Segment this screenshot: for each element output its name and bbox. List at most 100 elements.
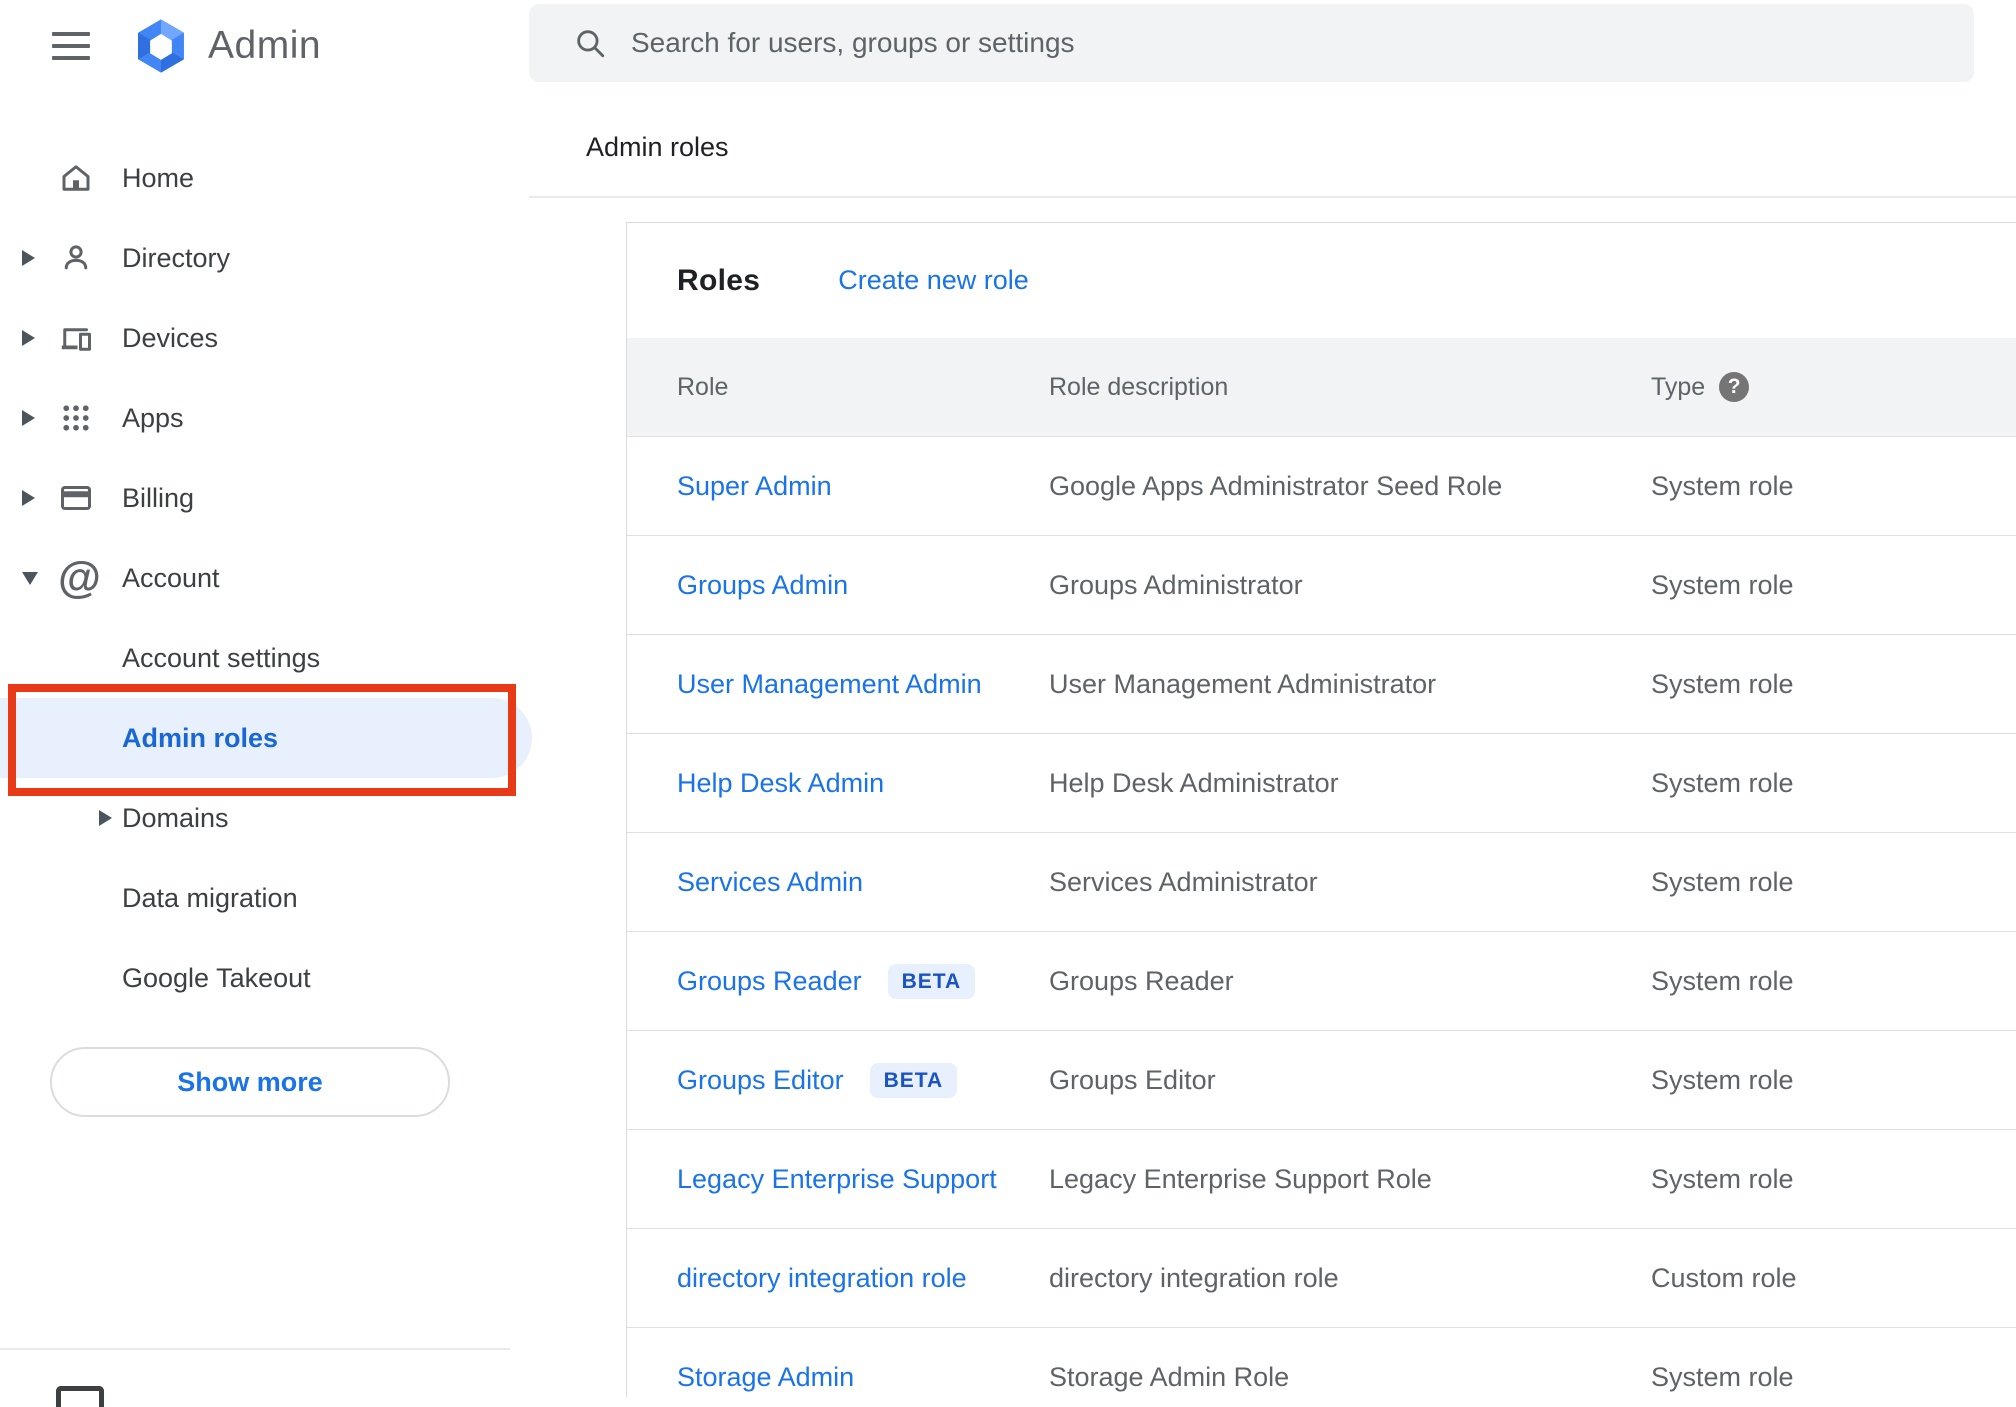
admin-logo: Admin — [130, 17, 321, 75]
role-link[interactable]: Groups Reader — [677, 966, 862, 997]
expand-right-icon[interactable] — [22, 330, 35, 346]
role-link[interactable]: Groups Editor — [677, 1065, 844, 1096]
expand-right-icon[interactable] — [99, 810, 112, 826]
sidebar-item-label: Data migration — [122, 882, 298, 913]
sidebar-nav: Home Directory Devices Apps Billing @ Ac… — [0, 138, 532, 1018]
role-link[interactable]: Groups Admin — [677, 570, 848, 601]
table-row: Super Admin Google Apps Administrator Se… — [627, 436, 2016, 535]
sidebar-item-google-takeout[interactable]: Google Takeout — [0, 938, 527, 1018]
role-link[interactable]: directory integration role — [677, 1263, 967, 1294]
sidebar-item-label: Account — [122, 562, 220, 593]
role-description: Groups Reader — [1049, 965, 1234, 996]
page-title: Roles — [677, 263, 761, 297]
role-description: Google Apps Administrator Seed Role — [1049, 470, 1503, 501]
sidebar: Admin Home Directory Devices Apps Billin… — [0, 0, 532, 1407]
expand-right-icon[interactable] — [22, 490, 35, 506]
table-row: Groups Admin Groups Administrator System… — [627, 535, 2016, 634]
table-header-row: Role Role description Type ? — [627, 338, 2016, 436]
role-link[interactable]: Super Admin — [677, 471, 832, 502]
role-type: System role — [1651, 569, 1794, 600]
role-type: System role — [1651, 767, 1794, 798]
beta-badge: BETA — [887, 963, 976, 999]
role-link[interactable]: User Management Admin — [677, 669, 982, 700]
sidebar-item-domains[interactable]: Domains — [0, 778, 527, 858]
role-type: System role — [1651, 965, 1794, 996]
role-description: Services Administrator — [1049, 866, 1318, 897]
sidebar-item-label: Admin roles — [122, 722, 279, 753]
expand-down-icon[interactable] — [22, 571, 38, 585]
breadcrumb: Admin roles — [586, 132, 729, 162]
show-more-button[interactable]: Show more — [50, 1047, 450, 1117]
sidebar-bottom-divider — [0, 1348, 510, 1350]
sidebar-item-label: Apps — [122, 402, 184, 433]
sidebar-item-label: Home — [122, 162, 195, 193]
sidebar-item-data-migration[interactable]: Data migration — [0, 858, 527, 938]
credit-card-icon — [58, 480, 122, 516]
sidebar-item-account-settings[interactable]: Account settings — [0, 618, 527, 698]
roles-card: Roles Create new role Role Role descript… — [626, 222, 2016, 1397]
role-description: User Management Administrator — [1049, 668, 1437, 699]
expand-right-icon[interactable] — [22, 250, 35, 266]
sidebar-item-label: Directory — [122, 242, 231, 273]
home-icon — [58, 160, 122, 196]
role-type: Custom role — [1651, 1262, 1797, 1293]
role-link[interactable]: Legacy Enterprise Support — [677, 1164, 997, 1195]
role-description: directory integration role — [1049, 1262, 1339, 1293]
table-row: Legacy Enterprise Support Legacy Enterpr… — [627, 1129, 2016, 1228]
sidebar-item-devices[interactable]: Devices — [0, 298, 527, 378]
search-input[interactable] — [629, 26, 1974, 60]
role-link[interactable]: Services Admin — [677, 867, 863, 898]
role-type: System role — [1651, 668, 1794, 699]
sidebar-item-directory[interactable]: Directory — [0, 218, 527, 298]
sidebar-item-admin-roles[interactable]: Admin roles — [0, 698, 532, 778]
expand-right-icon[interactable] — [22, 410, 35, 426]
person-icon — [58, 240, 122, 276]
search-icon — [573, 26, 607, 60]
table-row: directory integration role directory int… — [627, 1228, 2016, 1327]
column-header-role: Role — [677, 372, 729, 401]
search-bar[interactable] — [529, 4, 1974, 82]
menu-hamburger-icon[interactable] — [52, 32, 90, 60]
sidebar-item-apps[interactable]: Apps — [0, 378, 527, 458]
table-row: Groups Reader BETA Groups Reader System … — [627, 931, 2016, 1030]
sidebar-item-account[interactable]: @ Account — [0, 538, 527, 618]
table-row: User Management Admin User Management Ad… — [627, 634, 2016, 733]
role-type: System role — [1651, 866, 1794, 897]
role-description: Groups Administrator — [1049, 569, 1303, 600]
table-row: Help Desk Admin Help Desk Administrator … — [627, 733, 2016, 832]
table-row: Groups Editor BETA Groups Editor System … — [627, 1030, 2016, 1129]
role-type: System role — [1651, 1163, 1794, 1194]
apps-grid-icon — [58, 400, 122, 436]
roles-card-header: Roles Create new role — [627, 223, 2016, 338]
sidebar-item-label: Devices — [122, 322, 219, 353]
column-header-role-description: Role description — [1049, 372, 1229, 401]
admin-console-page: { "app": { "name": "Admin" }, "search": … — [0, 0, 2016, 1407]
header-divider — [529, 196, 2016, 198]
app-title: Admin — [208, 24, 322, 67]
role-type: System role — [1651, 1361, 1794, 1392]
table-row: Services Admin Services Administrator Sy… — [627, 832, 2016, 931]
devices-icon — [58, 320, 122, 356]
sidebar-item-home[interactable]: Home — [0, 138, 527, 218]
at-sign-icon: @ — [58, 553, 101, 602]
sidebar-item-label: Account settings — [122, 642, 321, 673]
role-description: Help Desk Administrator — [1049, 767, 1339, 798]
create-new-role-link[interactable]: Create new role — [838, 265, 1029, 296]
table-row: Storage Admin Storage Admin Role System … — [627, 1327, 2016, 1397]
role-link[interactable]: Help Desk Admin — [677, 768, 884, 799]
role-type: System role — [1651, 470, 1794, 501]
role-description: Legacy Enterprise Support Role — [1049, 1163, 1432, 1194]
role-link[interactable]: Storage Admin — [677, 1362, 854, 1393]
role-description: Storage Admin Role — [1049, 1361, 1290, 1392]
beta-badge: BETA — [869, 1062, 958, 1098]
sidebar-item-billing[interactable]: Billing — [0, 458, 527, 538]
role-description: Groups Editor — [1049, 1064, 1216, 1095]
sidebar-item-label: Domains — [122, 802, 229, 833]
role-type: System role — [1651, 1064, 1794, 1095]
column-header-type: Type — [1651, 372, 1706, 401]
sidebar-item-label: Google Takeout — [122, 962, 311, 993]
sidebar-header: Admin — [0, 0, 527, 92]
clipped-bottom-icon — [56, 1386, 104, 1407]
help-icon[interactable]: ? — [1719, 372, 1750, 402]
roles-table-body: Super Admin Google Apps Administrator Se… — [627, 436, 2016, 1397]
